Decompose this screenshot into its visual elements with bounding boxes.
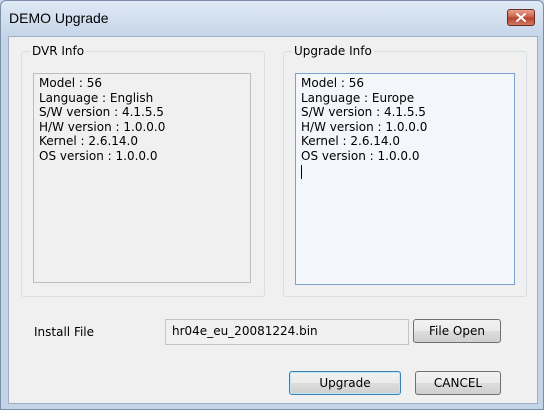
- upgrade-info-text[interactable]: Model : 56 Language : Europe S/W version…: [295, 73, 515, 285]
- window-title: DEMO Upgrade: [9, 10, 109, 26]
- text-caret: [301, 165, 302, 179]
- upgrade-model: Model : 56: [301, 76, 364, 90]
- dvr-os-version: OS version : 1.0.0.0: [39, 148, 158, 163]
- dvr-language: Language : English: [39, 90, 154, 105]
- dvr-kernel: Kernel : 2.6.14.0: [39, 134, 138, 148]
- dvr-info-text: Model : 56 Language : English S/W versio…: [33, 73, 251, 283]
- upgrade-os-version: OS version : 1.0.0.0: [301, 148, 420, 163]
- dvr-model: Model : 56: [39, 76, 102, 90]
- upgrade-kernel: Kernel : 2.6.14.0: [301, 134, 400, 148]
- install-file-label: Install File: [34, 325, 95, 339]
- close-button[interactable]: [507, 9, 535, 26]
- upgrade-info-group: Upgrade Info Model : 56 Language : Europ…: [283, 44, 527, 297]
- upgrade-sw-version: S/W version : 4.1.5.5: [301, 105, 426, 119]
- upgrade-button[interactable]: Upgrade: [289, 371, 401, 395]
- dvr-info-label: DVR Info: [30, 44, 87, 58]
- dvr-hw-version: H/W version : 1.0.0.0: [39, 119, 166, 134]
- upgrade-hw-version: H/W version : 1.0.0.0: [301, 119, 428, 134]
- dialog-body: DVR Info Model : 56 Language : English S…: [8, 36, 538, 404]
- title-bar[interactable]: DEMO Upgrade: [1, 1, 543, 39]
- close-icon: [516, 11, 526, 25]
- dvr-info-group: DVR Info Model : 56 Language : English S…: [21, 44, 265, 297]
- cancel-button[interactable]: CANCEL: [415, 371, 501, 395]
- dvr-sw-version: S/W version : 4.1.5.5: [39, 105, 164, 119]
- upgrade-info-label: Upgrade Info: [292, 44, 374, 58]
- install-file-field[interactable]: hr04e_eu_20081224.bin: [165, 319, 409, 345]
- upgrade-dialog: DEMO Upgrade DVR Info Model : 56 Languag…: [0, 0, 544, 410]
- upgrade-language: Language : Europe: [301, 90, 415, 105]
- file-open-button[interactable]: File Open: [413, 319, 501, 343]
